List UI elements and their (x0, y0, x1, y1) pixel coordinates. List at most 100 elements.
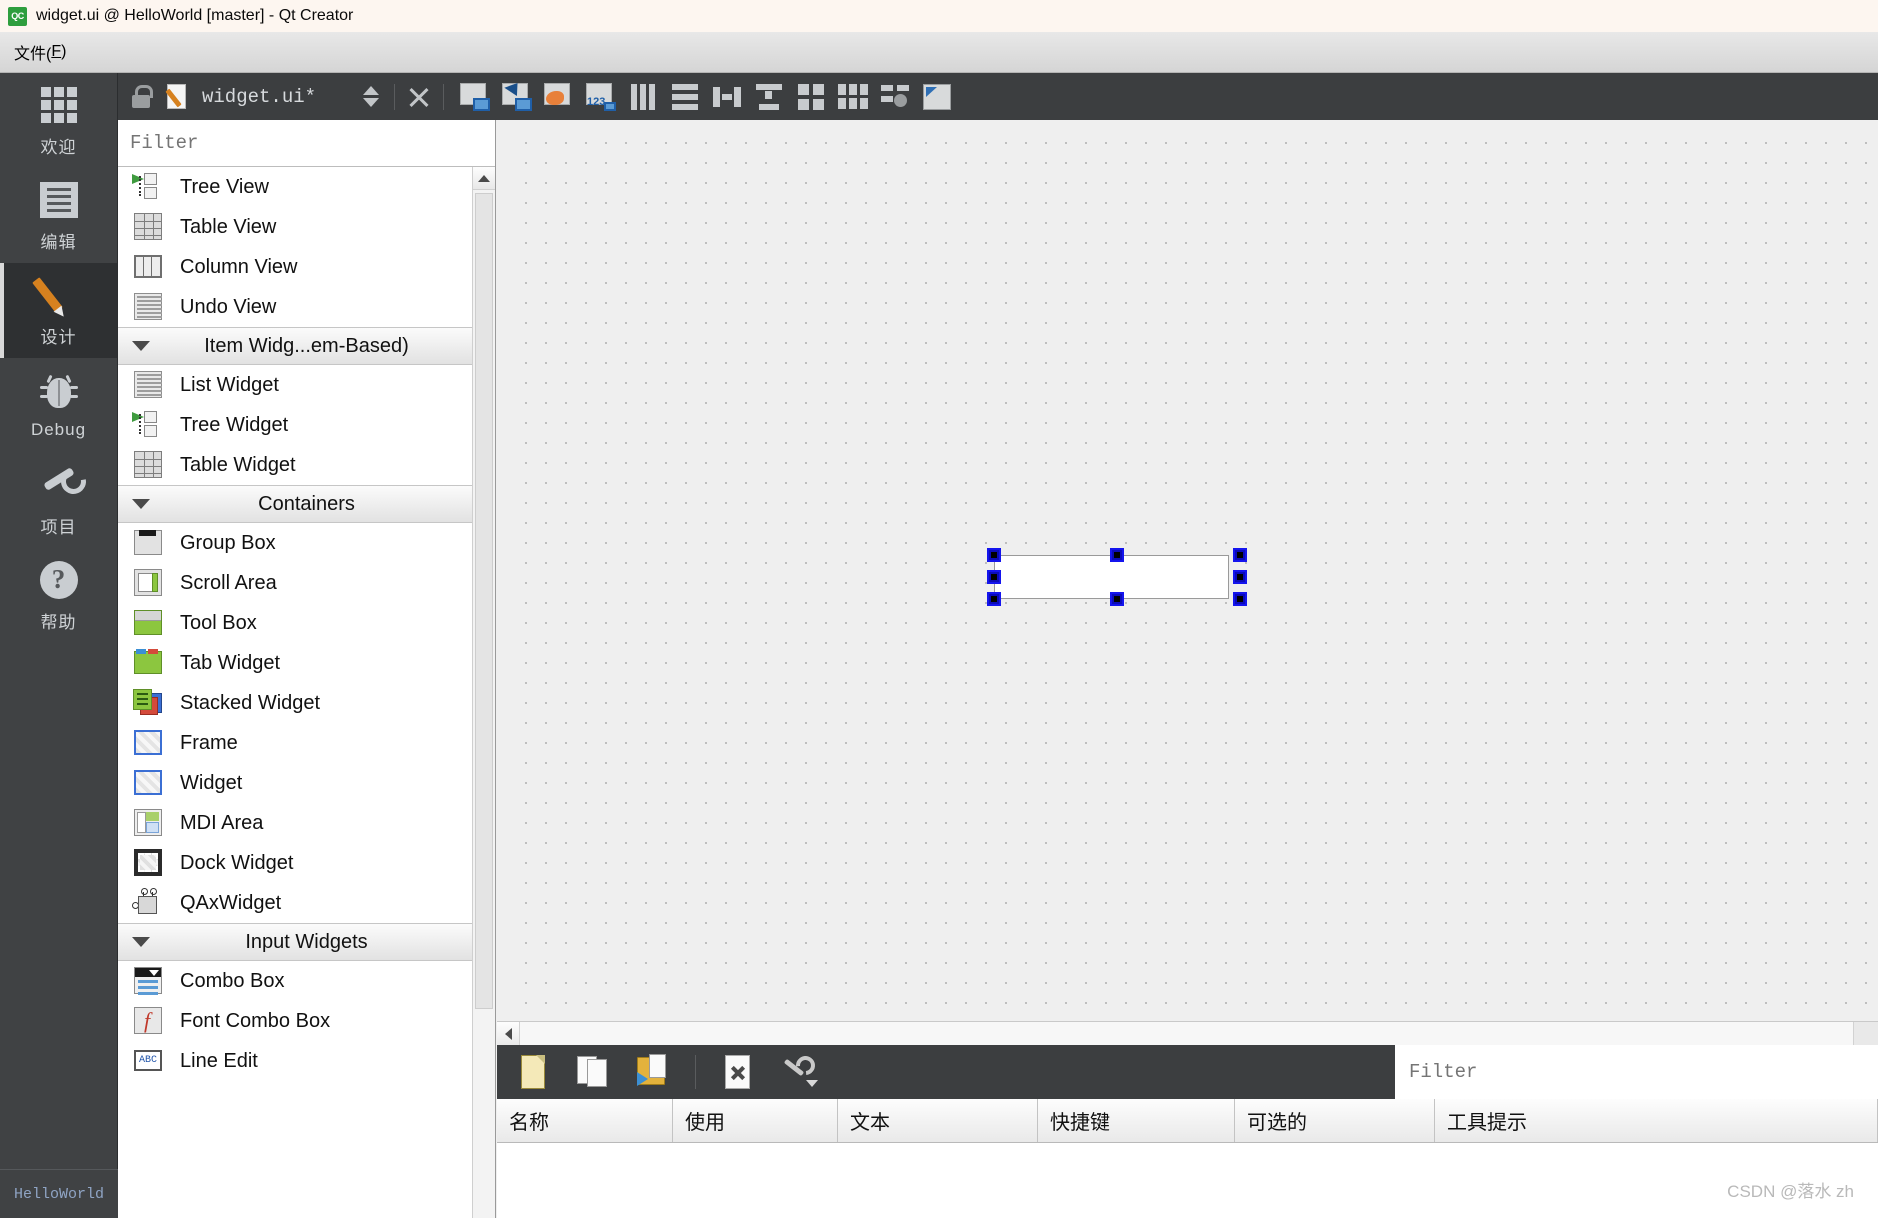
widget-item-label: Line Edit (180, 1049, 258, 1072)
widget-item-group-box[interactable]: Group Box (118, 523, 495, 563)
column-header-text[interactable]: 文本 (838, 1099, 1038, 1142)
qt-creator-logo-icon: QC (8, 6, 27, 26)
delete-action-icon[interactable] (720, 1053, 756, 1091)
widget-item-stacked-widget[interactable]: Stacked Widget (118, 683, 495, 723)
open-file-name[interactable]: widget.ui* (202, 86, 316, 108)
widget-item-tool-box[interactable]: Tool Box (118, 603, 495, 643)
edit-buddies-icon[interactable] (540, 79, 578, 115)
new-action-icon[interactable] (515, 1053, 551, 1091)
widget-item-tree-widget[interactable]: Tree Widget (118, 405, 495, 445)
widget-item-font-combo-box[interactable]: f Font Combo Box (118, 1001, 495, 1041)
tree-view-icon (132, 172, 166, 202)
combo-box-icon (132, 966, 166, 996)
resize-handle-bottom-left[interactable] (987, 592, 1001, 606)
resize-handle-top-center[interactable] (1110, 548, 1124, 562)
copy-action-icon[interactable] (575, 1053, 611, 1091)
action-editor-toolbar (497, 1045, 1377, 1099)
paste-action-icon[interactable] (635, 1053, 671, 1091)
resize-handle-bottom-center[interactable] (1110, 592, 1124, 606)
widget-group-label: Input Widgets (245, 930, 368, 953)
scrollbar-track[interactable] (520, 1022, 1853, 1045)
form-canvas[interactable] (497, 120, 1878, 1045)
column-view-icon (132, 252, 166, 282)
mode-edit[interactable]: 编辑 (0, 168, 117, 263)
widget-item-mdi-area[interactable]: MDI Area (118, 803, 495, 843)
mode-welcome[interactable]: 欢迎 (0, 73, 117, 168)
widget-item-tree-view[interactable]: Tree View (118, 167, 495, 207)
column-header-tooltip[interactable]: 工具提示 (1435, 1099, 1878, 1142)
break-layout-icon[interactable] (876, 79, 914, 115)
scroll-left-arrow-icon[interactable] (497, 1022, 520, 1045)
canvas-grid[interactable] (516, 133, 1878, 1021)
widget-item-label: Combo Box (180, 969, 285, 992)
action-editor-panel: 名称 使用 文本 快捷键 可选的 工具提示 CSDN @落水 zh (497, 1045, 1878, 1218)
frame-icon (132, 728, 166, 758)
adjust-size-icon[interactable] (918, 79, 956, 115)
mode-debug[interactable]: Debug (0, 358, 117, 453)
widget-filter-input[interactable] (128, 131, 485, 155)
widget-box-scrollbar[interactable] (472, 167, 495, 1218)
close-x-icon[interactable] (405, 83, 433, 111)
layout-vertically-icon[interactable] (666, 79, 704, 115)
edit-tab-order-icon[interactable]: 123 (582, 79, 620, 115)
widget-item-list-widget[interactable]: List Widget (118, 365, 495, 405)
widget-item-scroll-area[interactable]: Scroll Area (118, 563, 495, 603)
widget-item-label: Scroll Area (180, 571, 277, 594)
widget-group-input-widgets[interactable]: Input Widgets (118, 923, 495, 961)
widget-item-label: Widget (180, 771, 243, 794)
resize-handle-top-left[interactable] (987, 548, 1001, 562)
widget-item-tab-widget[interactable]: Tab Widget (118, 643, 495, 683)
edit-signals-slots-icon[interactable] (498, 79, 536, 115)
layout-in-grid-icon[interactable] (834, 79, 872, 115)
mode-projects[interactable]: 项目 (0, 453, 117, 548)
action-filter-input[interactable] (1395, 1045, 1878, 1099)
mode-help[interactable]: ? 帮助 (0, 548, 117, 643)
widget-item-qax-widget[interactable]: QAxWidget (118, 883, 495, 923)
bug-icon (39, 371, 78, 413)
resize-handle-middle-right[interactable] (1233, 570, 1247, 584)
canvas-horizontal-scrollbar[interactable] (497, 1021, 1878, 1045)
resize-handle-middle-left[interactable] (987, 570, 1001, 584)
widget-item-dock-widget[interactable]: Dock Widget (118, 843, 495, 883)
resize-handle-top-right[interactable] (1233, 548, 1247, 562)
column-header-checkable[interactable]: 可选的 (1235, 1099, 1435, 1142)
widget-item-line-edit[interactable]: ABC Line Edit (118, 1041, 495, 1081)
tree-widget-icon (132, 410, 166, 440)
split-updown-icon[interactable] (358, 82, 384, 112)
widget-item-column-view[interactable]: Column View (118, 247, 495, 287)
widget-item-label: List Widget (180, 373, 279, 396)
edit-widgets-icon[interactable] (456, 79, 494, 115)
ui-file-icon (164, 83, 192, 111)
widget-item-widget[interactable]: Widget (118, 763, 495, 803)
widget-group-label: Item Widg...em-Based) (204, 334, 409, 357)
column-header-shortcut[interactable]: 快捷键 (1038, 1099, 1235, 1142)
widget-group-containers[interactable]: Containers (118, 485, 495, 523)
resize-handle-bottom-right[interactable] (1233, 592, 1247, 606)
layout-in-splitter-horizontal-icon[interactable] (708, 79, 746, 115)
layout-in-splitter-vertical-icon[interactable] (750, 79, 788, 115)
column-header-used[interactable]: 使用 (673, 1099, 838, 1142)
watermark-text: CSDN @落水 zh (1727, 1182, 1854, 1201)
project-strip[interactable]: HelloWorld (0, 1169, 118, 1218)
unlocked-padlock-icon[interactable] (128, 84, 154, 110)
widget-item-table-view[interactable]: Table View (118, 207, 495, 247)
action-table-body[interactable] (497, 1143, 1878, 1218)
mode-design[interactable]: 设计 (0, 263, 117, 358)
qt-creator-window: QC widget.ui @ HelloWorld [master] - Qt … (0, 0, 1878, 1218)
tab-widget-icon (132, 648, 166, 678)
widget-group-item-widgets[interactable]: Item Widg...em-Based) (118, 327, 495, 365)
widget-box-panel: Tree View Table View Column View Undo Vi… (118, 120, 496, 1218)
scrollbar-thumb[interactable] (475, 193, 493, 1009)
layout-in-form-icon[interactable] (792, 79, 830, 115)
column-header-name[interactable]: 名称 (497, 1099, 673, 1142)
widget-item-table-widget[interactable]: Table Widget (118, 445, 495, 485)
widget-item-frame[interactable]: Frame (118, 723, 495, 763)
wrench-icon (39, 463, 91, 506)
widget-item-label: Group Box (180, 531, 276, 554)
line-edit-icon: ABC (132, 1046, 166, 1076)
layout-horizontally-icon[interactable] (624, 79, 662, 115)
scroll-up-arrow-icon[interactable] (473, 167, 495, 190)
widget-item-undo-view[interactable]: Undo View (118, 287, 495, 327)
widget-item-combo-box[interactable]: Combo Box (118, 961, 495, 1001)
configure-action-icon[interactable] (780, 1052, 819, 1091)
